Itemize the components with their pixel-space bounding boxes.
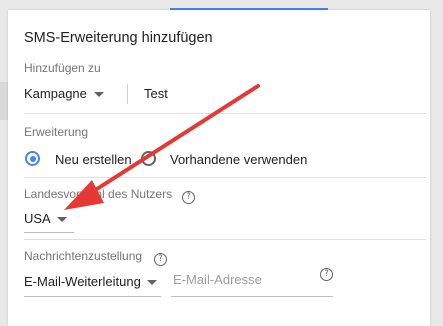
radio-new-label: Neu erstellen: [55, 152, 132, 167]
country-select-value: USA: [24, 211, 51, 226]
section-divider: [24, 177, 426, 178]
radio-checked-icon[interactable]: [25, 151, 40, 166]
delivery-method-value: E-Mail-Weiterleitung: [24, 274, 141, 289]
section-divider: [24, 113, 426, 114]
radio-existing-label: Vorhandene verwenden: [170, 152, 308, 167]
dialog-title: SMS-Erweiterung hinzufügen: [24, 30, 213, 46]
country-select-underline: [24, 232, 74, 233]
help-circle-icon[interactable]: ?: [154, 253, 167, 266]
help-circle-icon[interactable]: ?: [320, 268, 333, 281]
chevron-down-icon: [94, 92, 104, 97]
radio-unchecked-icon[interactable]: [141, 151, 156, 166]
section-divider: [24, 239, 426, 240]
extension-label: Erweiterung: [24, 125, 89, 139]
chevron-down-icon: [147, 280, 157, 285]
delivery-method-underline: [24, 296, 161, 297]
level-select-value: Kampagne: [24, 86, 87, 101]
background-sidebar-strip: [0, 82, 8, 120]
add-to-label: Hinzufügen zu: [24, 61, 101, 75]
sms-extension-dialog: SMS-Erweiterung hinzufügen Hinzufügen zu…: [8, 10, 430, 326]
country-code-label: Landesvorwahl des Nutzers: [24, 187, 173, 201]
help-circle-icon[interactable]: ?: [182, 191, 195, 204]
email-address-underline: [171, 296, 333, 297]
message-delivery-label: Nachrichtenzustellung: [24, 249, 143, 263]
campaign-name[interactable]: Test: [144, 86, 168, 101]
chevron-down-icon: [57, 217, 67, 222]
field-divider: [127, 84, 128, 104]
email-address-placeholder: E-Mail-Adresse: [173, 272, 262, 287]
